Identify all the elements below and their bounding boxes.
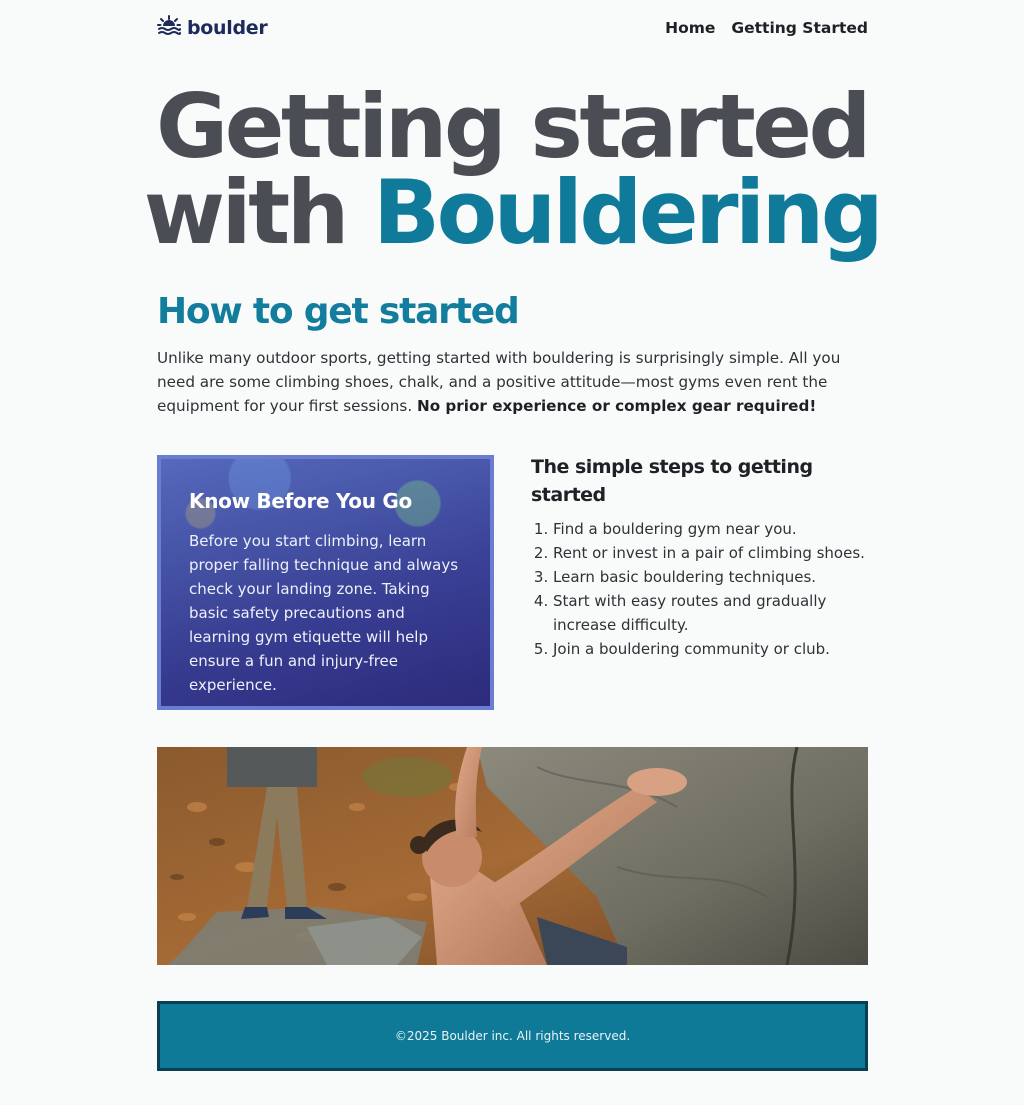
hero-accent-word: Bouldering	[373, 161, 884, 264]
card-body: Before you start climbing, learn proper …	[189, 532, 459, 694]
step-item: Learn basic bouldering techniques.	[553, 565, 871, 589]
copyright-text: ©2025 Boulder inc. All rights reserved.	[394, 1029, 631, 1043]
site-footer: ©2025 Boulder inc. All rights reserved.	[157, 1001, 868, 1071]
logo-text: boulder	[187, 17, 268, 39]
section-heading: How to get started	[157, 291, 520, 332]
intro-emphasis: No prior experience or complex gear requ…	[417, 397, 817, 415]
step-item: Join a bouldering community or club.	[553, 637, 871, 661]
nav-link-getting-started[interactable]: Getting Started	[731, 19, 868, 37]
hero-line-2-prefix: with	[143, 161, 350, 264]
climber-photo	[157, 747, 868, 965]
howto-section: How to get started Unlike many outdoor s…	[157, 290, 868, 418]
logo[interactable]: boulder	[157, 15, 268, 41]
steps-heading: The simple steps to getting started	[531, 456, 813, 506]
hero-title: Getting started with Bouldering	[0, 83, 1024, 257]
sunrise-icon	[157, 15, 181, 41]
steps-list: Find a bouldering gym near you. Rent or …	[531, 517, 871, 661]
step-item: Start with easy routes and gradually inc…	[553, 589, 871, 637]
main-nav: Home Getting Started	[665, 19, 868, 37]
safety-card: Know Before You Go Before you start clim…	[157, 455, 494, 710]
hero: Getting started with Bouldering	[0, 83, 1024, 257]
step-item: Find a bouldering gym near you.	[553, 517, 871, 541]
nav-link-home[interactable]: Home	[665, 19, 715, 37]
steps-section: The simple steps to getting started Find…	[531, 453, 871, 661]
card-title: Know Before You Go	[189, 489, 412, 513]
step-item: Rent or invest in a pair of climbing sho…	[553, 541, 871, 565]
intro-paragraph: Unlike many outdoor sports, getting star…	[157, 346, 868, 418]
site-header: boulder Home Getting Started	[157, 0, 868, 56]
